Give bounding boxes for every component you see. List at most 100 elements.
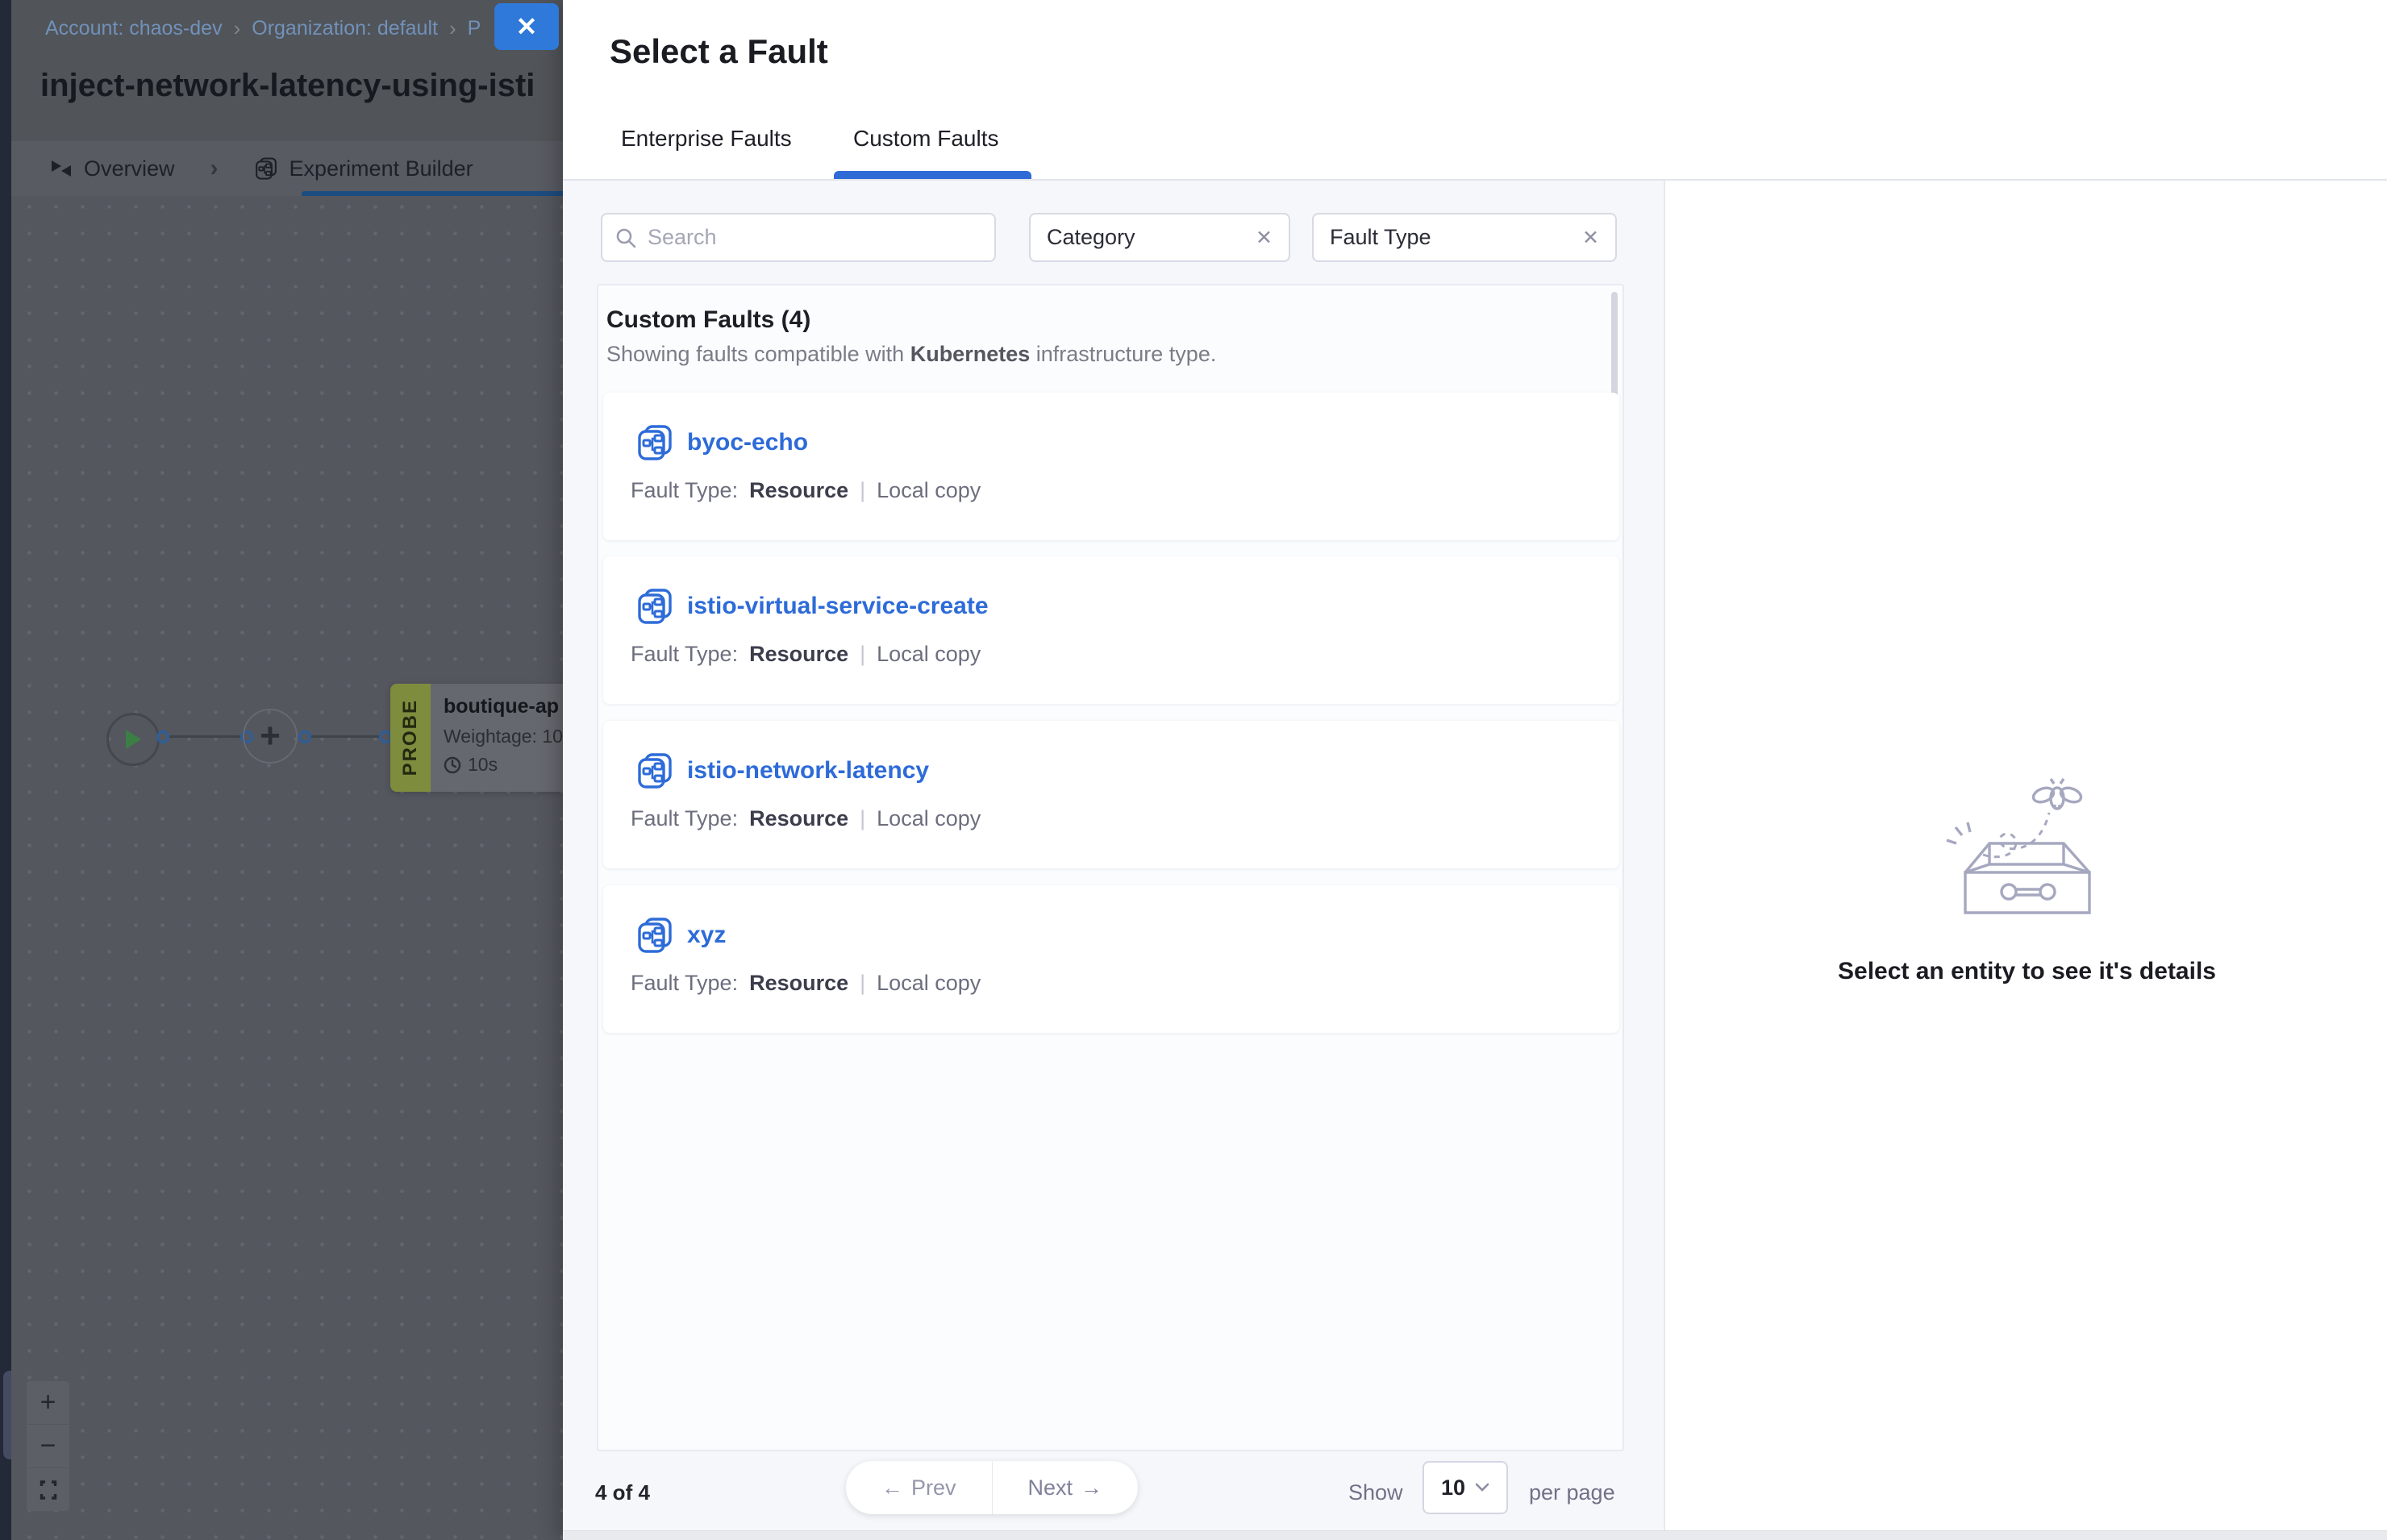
per-page-label: per page (1529, 1480, 1615, 1505)
page-size-select[interactable]: 10 (1423, 1461, 1508, 1514)
tab-overview[interactable]: Overview (50, 156, 175, 181)
pagination-range: 4 of 4 (595, 1480, 650, 1505)
category-filter-label: Category (1047, 225, 1135, 250)
connector-line (169, 735, 240, 738)
fault-details-panel: Select an entity to see it's details (1664, 181, 2387, 1540)
arrow-left-icon: ← (881, 1475, 903, 1500)
fault-type-label: Fault Type: (631, 806, 738, 831)
connector-dot (298, 730, 311, 743)
fault-source-tabs: Enterprise Faults Custom Faults (563, 121, 2387, 181)
custom-fault-icon (635, 587, 674, 626)
tab-experiment-builder-label: Experiment Builder (290, 156, 473, 181)
fault-card[interactable]: byoc-echo Fault Type: Resource | Local c… (603, 393, 1619, 540)
pipeline-start-node[interactable] (106, 713, 160, 766)
close-drawer-button[interactable]: ✕ (494, 3, 559, 50)
fault-type-filter-label: Fault Type (1330, 225, 1431, 250)
category-filter-dropdown[interactable]: Category ✕ (1029, 213, 1290, 262)
next-page-button[interactable]: Next → (993, 1461, 1139, 1514)
fault-type-value: Resource (749, 642, 848, 667)
page-title: inject-network-latency-using-isti (40, 68, 563, 104)
fit-to-screen-button[interactable] (27, 1468, 69, 1511)
connector-line (311, 735, 379, 738)
experiment-tab-bar: Overview › Experiment Builder (11, 141, 563, 197)
drawer-title: Select a Fault (610, 32, 828, 71)
results-subtitle: Showing faults compatible with Kubernete… (606, 342, 1623, 367)
tab-overview-label: Overview (84, 156, 175, 181)
probe-node-weightage: Weightage: 10 (444, 726, 574, 747)
fault-type-value: Resource (749, 478, 848, 503)
fault-card[interactable]: istio-virtual-service-create Fault Type:… (603, 556, 1619, 704)
results-heading: Custom Faults (4) (606, 306, 1623, 334)
drawer-bottom-scroll-track[interactable] (563, 1530, 2387, 1540)
breadcrumb-account-link[interactable]: Account: chaos-dev (45, 17, 223, 40)
fault-type-value: Resource (749, 971, 848, 996)
breadcrumb-project-link[interactable]: P (468, 17, 481, 40)
breadcrumb-organization-link[interactable]: Organization: default (252, 17, 438, 40)
meta-divider: | (860, 642, 865, 667)
search-box (601, 213, 996, 262)
fault-results-container: Custom Faults (4) Showing faults compati… (597, 284, 1624, 1451)
probe-node-duration: 10s (468, 754, 498, 776)
fault-name-link[interactable]: xyz (687, 922, 726, 949)
chevron-down-icon (1475, 1483, 1489, 1492)
experiment-builder-icon (254, 156, 278, 181)
tab-custom-faults[interactable]: Custom Faults (853, 126, 999, 152)
fault-name-link[interactable]: istio-network-latency (687, 757, 929, 785)
chevron-right-icon: › (449, 16, 456, 41)
screen: Account: chaos-dev › Organization: defau… (0, 0, 2387, 1540)
meta-divider: | (860, 478, 865, 503)
custom-fault-icon (635, 423, 674, 462)
clear-category-filter-icon[interactable]: ✕ (1256, 226, 1273, 250)
fault-card[interactable]: xyz Fault Type: Resource | Local copy (603, 885, 1619, 1033)
fault-name-link[interactable]: istio-virtual-service-create (687, 593, 989, 620)
fault-card[interactable]: istio-network-latency Fault Type: Resour… (603, 721, 1619, 868)
zoom-in-button[interactable]: + (27, 1381, 69, 1425)
fault-type-label: Fault Type: (631, 478, 738, 503)
breadcrumb: Account: chaos-dev › Organization: defau… (45, 16, 481, 41)
search-icon (615, 227, 636, 248)
fault-name-link[interactable]: byoc-echo (687, 429, 808, 456)
probe-node-card[interactable]: PROBE boutique-ap Weightage: 10 10s (390, 684, 574, 792)
fullscreen-icon (39, 1480, 58, 1500)
details-empty-state: Select an entity to see it's details (1665, 777, 2387, 985)
probe-node-title: boutique-ap (444, 695, 574, 718)
prev-page-button[interactable]: ← Prev (846, 1461, 993, 1514)
pagination-footer: 4 of 4 ← Prev Next → Show 10 (563, 1451, 1664, 1540)
clear-fault-type-filter-icon[interactable]: ✕ (1582, 226, 1599, 250)
empty-drawer-illustration (1935, 777, 2120, 930)
tab-enterprise-faults[interactable]: Enterprise Faults (621, 126, 792, 152)
meta-divider: | (860, 971, 865, 996)
close-icon: ✕ (516, 11, 538, 42)
search-input[interactable] (646, 224, 981, 251)
local-copy-badge: Local copy (877, 642, 981, 667)
select-fault-drawer: ✕ Select a Fault Enterprise Faults Custo… (563, 0, 2387, 1540)
add-step-button[interactable]: + (243, 709, 298, 764)
details-empty-message: Select an entity to see it's details (1838, 958, 2216, 985)
meta-divider: | (860, 806, 865, 831)
connector-dot (156, 730, 169, 743)
chevron-right-icon: › (210, 155, 219, 182)
overview-icon (50, 159, 73, 178)
arrow-right-icon: → (1081, 1475, 1102, 1500)
page-size-value: 10 (1441, 1475, 1465, 1500)
probe-node-body: boutique-ap Weightage: 10 10s (431, 684, 574, 792)
fault-type-filter-dropdown[interactable]: Fault Type ✕ (1312, 213, 1617, 262)
pipeline-canvas[interactable]: + PROBE boutique-ap Weightage: 10 1 (11, 196, 563, 1540)
next-page-label: Next (1027, 1475, 1073, 1500)
prev-page-label: Prev (911, 1475, 956, 1500)
zoom-out-button[interactable]: − (27, 1425, 69, 1468)
left-nav-rail (0, 0, 11, 1540)
tab-experiment-builder[interactable]: Experiment Builder (254, 156, 473, 181)
clock-icon (444, 756, 461, 774)
probe-tag: PROBE (390, 684, 431, 792)
custom-fault-icon (635, 751, 674, 790)
local-copy-badge: Local copy (877, 478, 981, 503)
local-copy-badge: Local copy (877, 806, 981, 831)
chevron-right-icon: › (234, 16, 241, 41)
fault-list-panel: Category ✕ Fault Type ✕ Custom Faults (4… (563, 181, 1664, 1540)
active-tab-underline (834, 171, 1031, 179)
fault-type-value: Resource (749, 806, 848, 831)
fault-type-label: Fault Type: (631, 971, 738, 996)
fault-type-label: Fault Type: (631, 642, 738, 667)
canvas-zoom-controls: + − (27, 1381, 69, 1511)
